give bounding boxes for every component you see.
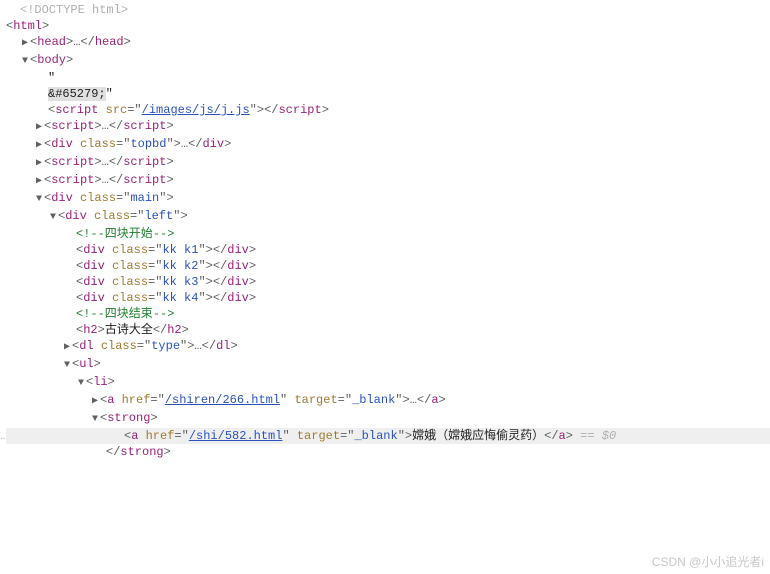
script-collapsed-3[interactable]: ▶<script>…</script> — [6, 172, 770, 190]
script-collapsed-2[interactable]: ▶<script>…</script> — [6, 154, 770, 172]
toggle-icon[interactable]: ▶ — [34, 156, 44, 172]
overflow-icon[interactable]: … — [0, 428, 3, 444]
selected-a-line[interactable]: …<a href="/shi/582.html" target="_blank"… — [6, 428, 770, 444]
script-src-line[interactable]: <script src="/images/js/j.js"></script> — [6, 102, 770, 118]
toggle-icon[interactable]: ▼ — [34, 192, 44, 208]
toggle-icon[interactable]: ▼ — [62, 358, 72, 374]
li-open[interactable]: ▼<li> — [6, 374, 770, 392]
strong-open[interactable]: ▼<strong> — [6, 410, 770, 428]
toggle-icon[interactable]: ▶ — [62, 340, 72, 356]
toggle-icon[interactable]: ▼ — [76, 376, 86, 392]
div-kk4[interactable]: <div class="kk k4"></div> — [6, 290, 770, 306]
div-left-open[interactable]: ▼<div class="left"> — [6, 208, 770, 226]
html-open[interactable]: <html> — [6, 18, 770, 34]
h2-line[interactable]: <h2>古诗大全</h2> — [6, 322, 770, 338]
div-kk3[interactable]: <div class="kk k3"></div> — [6, 274, 770, 290]
div-main-open[interactable]: ▼<div class="main"> — [6, 190, 770, 208]
toggle-icon[interactable]: ▶ — [34, 138, 44, 154]
entity-line[interactable]: &#65279;" — [6, 86, 770, 102]
comment-start: <!--四块开始--> — [6, 226, 770, 242]
toggle-icon[interactable]: ▼ — [48, 210, 58, 226]
dl-line[interactable]: ▶<dl class="type">…</dl> — [6, 338, 770, 356]
toggle-icon[interactable]: ▼ — [20, 54, 30, 70]
toggle-icon[interactable]: ▶ — [34, 174, 44, 190]
a-collapsed[interactable]: ▶<a href="/shiren/266.html" target="_bla… — [6, 392, 770, 410]
text-quote: " — [6, 70, 770, 86]
toggle-icon[interactable]: ▶ — [90, 394, 100, 410]
toggle-icon[interactable]: ▼ — [90, 412, 100, 428]
ul-open[interactable]: ▼<ul> — [6, 356, 770, 374]
doctype-line[interactable]: <!DOCTYPE html> — [6, 2, 770, 18]
script-collapsed-1[interactable]: ▶<script>…</script> — [6, 118, 770, 136]
body-open[interactable]: ▼<body> — [6, 52, 770, 70]
watermark: CSDN @小小追光者i — [652, 554, 764, 570]
div-topbd[interactable]: ▶<div class="topbd">…</div> — [6, 136, 770, 154]
div-kk1[interactable]: <div class="kk k1"></div> — [6, 242, 770, 258]
toggle-icon[interactable]: ▶ — [34, 120, 44, 136]
strong-close[interactable]: </strong> — [6, 444, 770, 460]
comment-end: <!--四块结束--> — [6, 306, 770, 322]
toggle-icon[interactable]: ▶ — [20, 36, 30, 52]
head-line[interactable]: ▶<head>…</head> — [6, 34, 770, 52]
div-kk2[interactable]: <div class="kk k2"></div> — [6, 258, 770, 274]
